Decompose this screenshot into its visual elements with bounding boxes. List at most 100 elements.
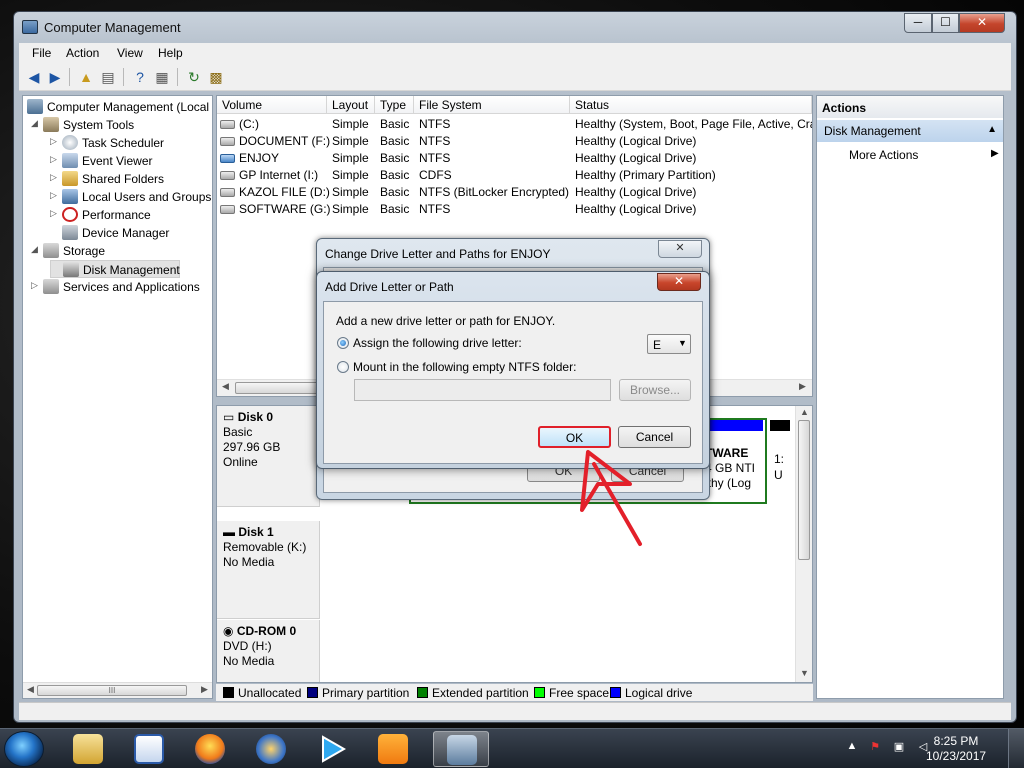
actions-section-disk-management[interactable]: Disk Management ▲	[817, 120, 1003, 142]
volume-row[interactable]: GP Internet (I:) Simple Basic CDFS Healt…	[217, 167, 812, 184]
expand-arrow-icon[interactable]: ▷	[31, 280, 41, 291]
disk-management-icon	[63, 262, 79, 277]
minimize-button[interactable]: ─	[904, 13, 932, 33]
cdrom-0-label[interactable]: ◉ CD-ROM 0 DVD (H:) No Media	[217, 620, 320, 682]
expand-arrow-icon[interactable]: ▷	[50, 208, 60, 219]
start-button[interactable]	[4, 731, 44, 767]
taskbar-computer-management[interactable]	[433, 731, 489, 767]
drive-letter-value: E	[653, 338, 662, 352]
scroll-thumb[interactable]	[798, 420, 810, 560]
close-button[interactable]: ✕	[959, 13, 1005, 33]
scroll-down-icon[interactable]: ▼	[800, 668, 809, 678]
volume-row[interactable]: KAZOL FILE (D:) Simple Basic NTFS (BitLo…	[217, 184, 812, 201]
show-hide-tree-icon[interactable]: ▤	[98, 68, 118, 86]
close-button[interactable]: ✕	[658, 240, 702, 258]
scroll-thumb[interactable]: III	[37, 685, 187, 696]
tree-item-device-manager[interactable]: Device Manager	[50, 224, 210, 242]
toolbar-separator	[69, 68, 70, 86]
collapse-icon[interactable]: ▲	[987, 124, 997, 135]
taskbar-firefox[interactable]	[182, 731, 238, 767]
folder-icon	[73, 734, 103, 764]
column-file-system[interactable]: File System	[414, 96, 570, 114]
clock-date: 10/23/2017	[926, 749, 987, 763]
tree-item-shared-folders[interactable]: ▷ Shared Folders	[50, 170, 210, 188]
menu-file[interactable]: File	[32, 46, 51, 60]
taskbar-video-player[interactable]	[304, 731, 360, 767]
computer-management-icon	[22, 20, 38, 34]
mount-folder-radio[interactable]	[337, 361, 349, 373]
help-icon[interactable]: ?	[130, 68, 150, 86]
window-title: Computer Management	[44, 20, 181, 35]
maximize-button[interactable]: ☐	[932, 13, 959, 33]
taskbar-explorer[interactable]	[60, 731, 116, 767]
show-hide-action-pane-icon[interactable]: ▦	[152, 68, 172, 86]
properties-icon[interactable]: ▩	[206, 68, 226, 86]
up-folder-icon[interactable]: ▲	[76, 68, 96, 86]
back-arrow-icon[interactable]: ◀	[24, 68, 44, 86]
tree-item-performance[interactable]: ▷ Performance	[50, 206, 210, 224]
collapse-arrow-icon[interactable]: ◢	[31, 244, 41, 255]
title-bar[interactable]: Computer Management ─ ☐ ✕	[14, 12, 1016, 42]
volume-row[interactable]: SOFTWARE (G:) Simple Basic NTFS Healthy …	[217, 201, 812, 218]
tree-item-task-scheduler[interactable]: ▷ Task Scheduler	[50, 134, 210, 152]
taskbar-word[interactable]	[121, 731, 177, 767]
close-button[interactable]: ✕	[657, 273, 701, 291]
tree-item-disk-management[interactable]: Disk Management	[50, 260, 180, 278]
volume-row[interactable]: DOCUMENT (F:) Simple Basic NTFS Healthy …	[217, 133, 812, 150]
clock-icon	[62, 135, 78, 150]
scroll-left-icon[interactable]: ◀	[222, 381, 229, 392]
menu-help[interactable]: Help	[158, 46, 183, 60]
expand-arrow-icon[interactable]: ▷	[50, 172, 60, 183]
toolbar-separator	[177, 68, 178, 86]
uc-browser-icon	[378, 734, 408, 764]
tree-item-system-tools[interactable]: ◢ System Tools	[31, 116, 211, 134]
taskbar-media-player[interactable]	[243, 731, 299, 767]
column-layout[interactable]: Layout	[327, 96, 375, 114]
disk-icon: ▭	[223, 410, 235, 424]
scroll-up-icon[interactable]: ▲	[800, 407, 809, 417]
unallocated-bar	[770, 420, 790, 431]
partition-size: 4 GB NTI	[705, 461, 756, 475]
assign-letter-radio[interactable]	[337, 337, 349, 349]
show-hidden-icons[interactable]: ▲	[845, 740, 859, 754]
disk-1-label[interactable]: ▬ Disk 1 Removable (K:) No Media	[217, 521, 320, 619]
folder-path-input[interactable]	[354, 379, 611, 401]
more-actions-link[interactable]: More Actions	[849, 148, 918, 162]
drive-letter-select[interactable]: E ▼	[647, 334, 691, 354]
column-status[interactable]: Status	[570, 96, 812, 114]
expand-arrow-icon[interactable]: ▷	[50, 154, 60, 165]
services-icon	[43, 279, 59, 294]
mount-folder-label[interactable]: Mount in the following empty NTFS folder…	[353, 360, 576, 374]
navigation-tree: Computer Management (Local ◢ System Tool…	[22, 95, 213, 699]
tree-horizontal-scrollbar[interactable]: ◀ III ▶	[23, 682, 212, 698]
scroll-left-icon[interactable]: ◀	[27, 684, 34, 695]
volume-row-selected[interactable]: ENJOY Simple Basic NTFS Healthy (Logical…	[217, 150, 812, 167]
tree-item-local-users[interactable]: ▷ Local Users and Groups	[50, 188, 212, 206]
tree-root[interactable]: Computer Management (Local	[27, 98, 212, 116]
network-icon[interactable]: ▣	[892, 740, 906, 754]
assign-letter-label[interactable]: Assign the following drive letter:	[353, 336, 522, 350]
tree-item-storage[interactable]: ◢ Storage	[31, 242, 201, 260]
volume-row[interactable]: (C:) Simple Basic NTFS Healthy (System, …	[217, 116, 812, 133]
tree-item-services-applications[interactable]: ▷ Services and Applications	[31, 278, 211, 296]
disk-0-label[interactable]: ▭ Disk 0 Basic 297.96 GB Online	[217, 406, 320, 507]
column-type[interactable]: Type	[375, 96, 414, 114]
menu-action[interactable]: Action	[66, 46, 99, 60]
scroll-right-icon[interactable]: ▶	[201, 684, 208, 695]
forward-arrow-icon[interactable]: ▶	[45, 68, 65, 86]
expand-arrow-icon[interactable]: ▷	[50, 136, 60, 147]
scroll-right-icon[interactable]: ▶	[799, 381, 806, 392]
browse-button[interactable]: Browse...	[619, 379, 691, 401]
menu-view[interactable]: View	[117, 46, 143, 60]
collapse-arrow-icon[interactable]: ◢	[31, 118, 41, 129]
legend-extended: Extended partition	[417, 686, 529, 700]
show-desktop-button[interactable]	[1008, 729, 1024, 768]
disk-vertical-scrollbar[interactable]: ▲ ▼	[795, 406, 812, 682]
refresh-icon[interactable]: ↻	[184, 68, 204, 86]
system-clock[interactable]: 8:25 PM 10/23/2017	[926, 734, 986, 764]
tree-item-event-viewer[interactable]: ▷ Event Viewer	[50, 152, 210, 170]
taskbar-uc-browser[interactable]	[365, 731, 421, 767]
column-volume[interactable]: Volume	[217, 96, 327, 114]
action-center-icon[interactable]: ⚑	[868, 740, 882, 754]
expand-arrow-icon[interactable]: ▷	[50, 190, 60, 201]
